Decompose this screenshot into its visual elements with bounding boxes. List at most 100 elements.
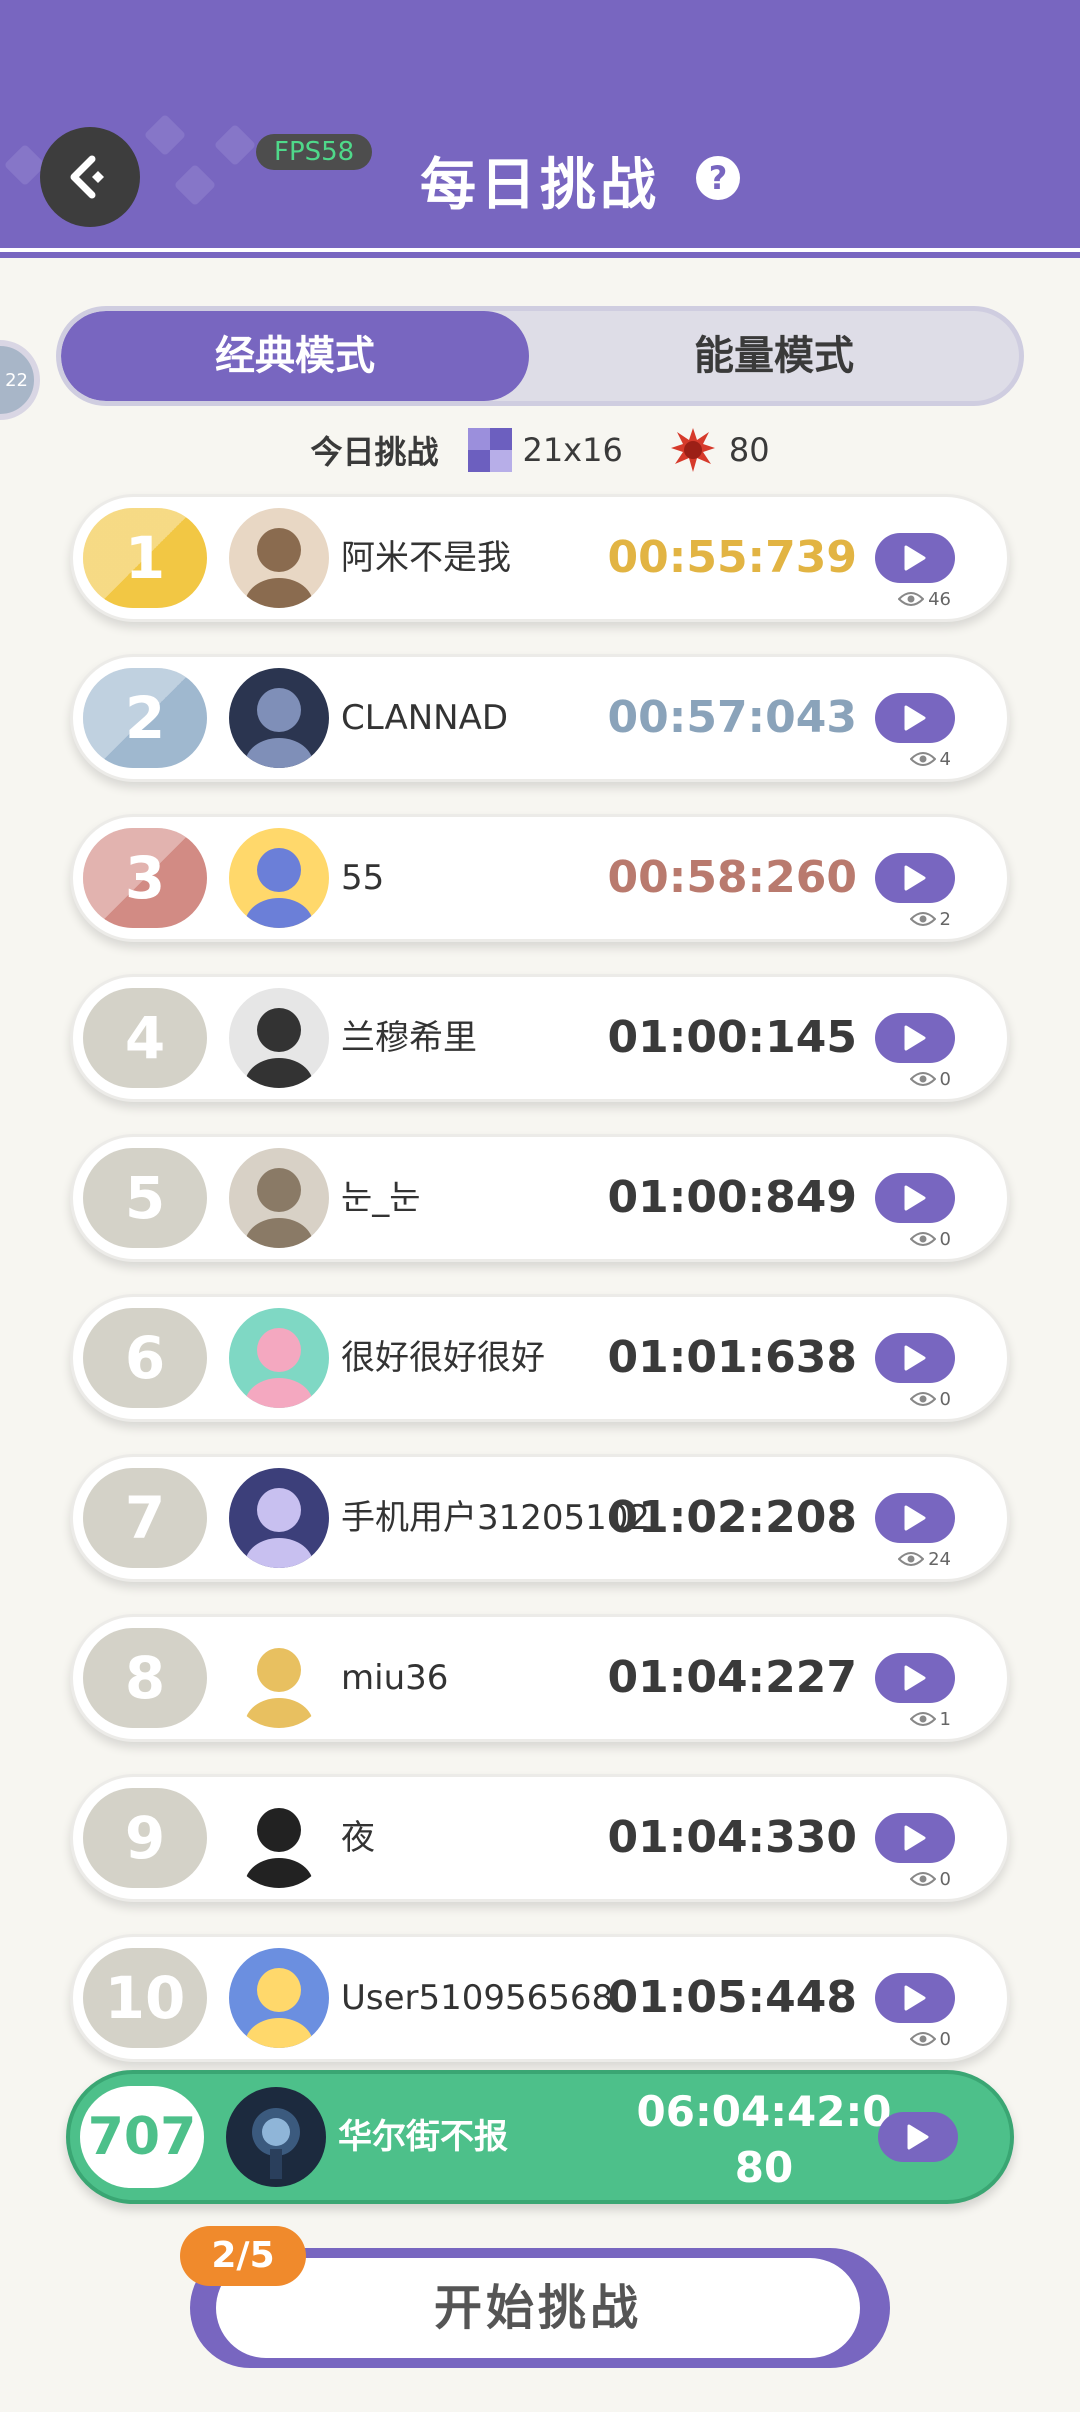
view-count-value: 0 [939, 1388, 951, 1410]
completion-time: 00:55:739 [607, 532, 858, 583]
header-divider [0, 248, 1080, 258]
self-rank-badge: 707 [80, 2086, 204, 2188]
completion-time: 00:57:043 [607, 692, 858, 743]
rank-number: 6 [124, 1324, 166, 1392]
completion-time: 00:58:260 [607, 852, 858, 903]
view-count: 0 [909, 1227, 951, 1251]
play-icon [904, 1345, 926, 1371]
self-time-line1: 06:04:42:0 [636, 2087, 892, 2136]
play-icon [904, 1825, 926, 1851]
rank-badge: 5 [83, 1148, 207, 1248]
avatar[interactable] [229, 1788, 329, 1888]
leaderboard-row[interactable]: 6 很好很好很好 01:01:638 0 [70, 1294, 1010, 1422]
view-count: 24 [898, 1547, 951, 1571]
play-icon [904, 1025, 926, 1051]
play-icon [904, 1985, 926, 2011]
play-icon [904, 1505, 926, 1531]
player-name: 手机用户31205102 [341, 1498, 651, 1538]
view-count-value: 4 [939, 748, 951, 770]
self-replay-button[interactable] [878, 2112, 958, 2162]
replay-button[interactable] [875, 1333, 955, 1383]
view-count-value: 0 [939, 1068, 951, 1090]
leaderboard-row[interactable]: 8 miu36 01:04:227 1 [70, 1614, 1010, 1742]
eye-icon [909, 1072, 936, 1086]
leaderboard-row[interactable]: 3 55 00:58:260 2 [70, 814, 1010, 942]
replay-button[interactable] [875, 1813, 955, 1863]
replay-button[interactable] [875, 1973, 955, 2023]
replay-button[interactable] [875, 1493, 955, 1543]
play-icon [904, 1665, 926, 1691]
player-name: 눈_눈 [341, 1178, 421, 1218]
replay-button[interactable] [875, 1653, 955, 1703]
eye-icon [909, 912, 936, 926]
view-count-value: 46 [928, 588, 951, 610]
rank-badge: 1 [83, 508, 207, 608]
side-avatar-fragment[interactable]: 22 [0, 340, 40, 420]
completion-time: 01:04:227 [607, 1652, 858, 1703]
self-player-name: 华尔街不报 [338, 2117, 508, 2157]
rank-badge: 10 [83, 1948, 207, 2048]
leaderboard-row[interactable]: 7 手机用户31205102 01:02:208 24 [70, 1454, 1010, 1582]
leaderboard-row[interactable]: 2 CLANNAD 00:57:043 4 [70, 654, 1010, 782]
completion-time: 01:00:849 [607, 1172, 858, 1223]
leaderboard-row[interactable]: 1 阿米不是我 00:55:739 46 [70, 494, 1010, 622]
page-title: 每日挑战 [420, 153, 660, 218]
back-button[interactable] [40, 127, 140, 227]
header-decoration [173, 163, 217, 207]
avatar[interactable] [229, 988, 329, 1088]
rank-number: 8 [124, 1644, 166, 1712]
tab-energy-mode[interactable]: 能量模式 [529, 311, 1019, 401]
play-icon [904, 1185, 926, 1211]
avatar[interactable] [229, 1628, 329, 1728]
rank-badge: 3 [83, 828, 207, 928]
avatar[interactable] [229, 828, 329, 928]
play-icon [904, 705, 926, 731]
rank-badge: 6 [83, 1308, 207, 1408]
leaderboard-row[interactable]: 9 夜 01:04:330 0 [70, 1774, 1010, 1902]
rank-number: 2 [124, 684, 166, 752]
play-icon [907, 2124, 929, 2150]
completion-time: 01:05:448 [607, 1972, 858, 2023]
avatar[interactable] [229, 1468, 329, 1568]
self-time-line2: 80 [734, 2143, 794, 2192]
player-name: 55 [341, 858, 385, 898]
completion-time: 01:00:145 [607, 1012, 858, 1063]
view-count: 4 [909, 747, 951, 771]
player-name: 兰穆希里 [341, 1018, 477, 1058]
avatar[interactable] [229, 1308, 329, 1408]
avatar[interactable] [226, 2087, 326, 2187]
self-rank-row[interactable]: 707 华尔街不报 06:04:42:0 80 [66, 2070, 1014, 2204]
leaderboard-row[interactable]: 4 兰穆希里 01:00:145 0 [70, 974, 1010, 1102]
energy-value: 80 [728, 431, 770, 469]
rank-badge: 7 [83, 1468, 207, 1568]
eye-icon [909, 2032, 936, 2046]
leaderboard-row[interactable]: 10 User510956568 01:05:448 0 [70, 1934, 1010, 2062]
view-count: 2 [909, 907, 951, 931]
eye-icon [909, 1872, 936, 1886]
rank-badge: 2 [83, 668, 207, 768]
header-decoration [213, 123, 257, 167]
completion-time: 01:04:330 [607, 1812, 858, 1863]
avatar[interactable] [229, 508, 329, 608]
view-count: 0 [909, 1387, 951, 1411]
replay-button[interactable] [875, 533, 955, 583]
player-name: 夜 [341, 1818, 375, 1858]
tab-classic-mode[interactable]: 经典模式 [61, 311, 529, 401]
replay-button[interactable] [875, 693, 955, 743]
start-challenge-button[interactable]: 开始挑战 [216, 2258, 860, 2358]
eye-icon [909, 1712, 936, 1726]
play-icon [904, 865, 926, 891]
view-count: 1 [909, 1707, 951, 1731]
replay-button[interactable] [875, 1013, 955, 1063]
view-count: 0 [909, 1867, 951, 1891]
leaderboard-row[interactable]: 5 눈_눈 01:00:849 0 [70, 1134, 1010, 1262]
view-count: 0 [909, 1067, 951, 1091]
avatar[interactable] [229, 1948, 329, 2048]
help-icon[interactable]: ? [696, 156, 740, 200]
attempts-badge: 2/5 [180, 2226, 306, 2286]
avatar[interactable] [229, 668, 329, 768]
avatar[interactable] [229, 1148, 329, 1248]
eye-icon [898, 1552, 925, 1566]
replay-button[interactable] [875, 853, 955, 903]
replay-button[interactable] [875, 1173, 955, 1223]
